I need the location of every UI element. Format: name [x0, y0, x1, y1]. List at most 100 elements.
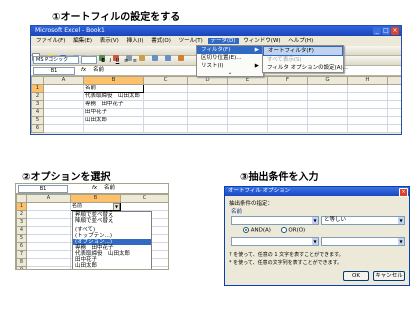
cell[interactable]: 専務 田中花子: [83, 100, 144, 109]
filter-submenu: オートフィルタ(F) すべて表示(S) フィルタ オプションの設定(A)...: [262, 45, 348, 73]
row-header[interactable]: 4: [16, 226, 27, 235]
redo-icon[interactable]: [164, 55, 171, 61]
dialog-title: オートフィル オプション: [228, 188, 291, 194]
row-header[interactable]: 5: [16, 234, 27, 243]
close-icon[interactable]: ×: [399, 188, 408, 197]
menu-item-advanced-filter[interactable]: フィルタ オプションの設定(A)...: [263, 64, 348, 72]
cell[interactable]: 代表取締役 山田太郎: [83, 92, 144, 101]
table-row: 1 名前 ▼: [16, 202, 168, 211]
row-header[interactable]: 2: [31, 92, 44, 101]
column-header[interactable]: A: [26, 194, 71, 203]
dialog-title-bar: オートフィル オプション ×: [225, 187, 409, 197]
row-header[interactable]: 8: [16, 258, 27, 267]
row-header[interactable]: 2: [16, 210, 27, 219]
sum-icon[interactable]: [178, 55, 185, 61]
menu-format[interactable]: 書式(O): [148, 38, 174, 44]
row-header[interactable]: 6: [31, 124, 44, 133]
paste-icon[interactable]: [138, 55, 145, 61]
fx-icon[interactable]: fx: [81, 66, 86, 75]
row-header[interactable]: 5: [31, 116, 44, 125]
step2-heading: ②オプションを選択: [22, 172, 111, 183]
data-menu: フィルタ(F) ▶ 区切り位置(E)... リスト(I) ▶ ⌄: [196, 45, 264, 77]
menu-tools[interactable]: ツール(T): [176, 38, 206, 44]
cancel-button[interactable]: キャンセル: [373, 271, 405, 281]
menu-item-text-to-columns[interactable]: 区切り位置(E)...: [197, 54, 263, 62]
align-center-icon[interactable]: ≡: [133, 58, 137, 64]
or-radio[interactable]: [280, 227, 287, 233]
cell[interactable]: 田中花子: [83, 108, 144, 117]
criteria1-value-select[interactable]: ▼: [231, 216, 319, 225]
row-header[interactable]: 9: [16, 266, 27, 269]
maximize-icon[interactable]: □: [382, 27, 390, 35]
row-header[interactable]: 1: [31, 84, 44, 93]
bold-icon[interactable]: B: [101, 58, 105, 64]
column-header[interactable]: E: [227, 76, 268, 85]
menu-item-list[interactable]: リスト(I) ▶: [197, 62, 263, 70]
name-box[interactable]: B1: [33, 67, 75, 75]
menu-file[interactable]: ファイル(F): [33, 38, 68, 44]
chevron-down-icon: ▼: [312, 238, 318, 245]
close-icon[interactable]: ×: [391, 27, 399, 35]
column-header[interactable]: C: [120, 194, 168, 203]
minimize-icon[interactable]: _: [373, 27, 381, 35]
name-box[interactable]: B1: [18, 185, 68, 193]
submenu-arrow-icon: ▶: [254, 47, 259, 53]
row-header[interactable]: 6: [16, 242, 27, 251]
table-row: 2 代表取締役 山田太郎: [31, 92, 401, 101]
criteria1-operator-select[interactable]: と等しい ▼: [321, 216, 405, 225]
menu-view[interactable]: 表示(V): [97, 38, 122, 44]
fx-icon[interactable]: fx: [92, 184, 97, 193]
underline-icon[interactable]: U: [116, 58, 120, 64]
autofilter-arrow-icon[interactable]: ▼: [113, 203, 120, 210]
menu-item-autofilter[interactable]: オートフィルタ(F): [263, 46, 343, 56]
cell-b1[interactable]: 名前 ▼: [70, 202, 121, 211]
submenu-arrow-icon: ▶: [254, 63, 259, 69]
excel-window: Microsoft Excel - Book1 _ □ × ファイル(F) 編集…: [30, 25, 402, 135]
font-size-select[interactable]: [80, 56, 97, 64]
row-header[interactable]: 1: [16, 202, 27, 211]
expand-menu-icon[interactable]: ⌄: [197, 70, 263, 76]
column-header[interactable]: G: [307, 76, 348, 85]
formula-value[interactable]: 名前: [104, 184, 115, 193]
autofilter-dropdown: 昇順で並べ替え 降順で並べ替え (すべて) (トップテン...) (オプション.…: [72, 211, 152, 269]
worksheet-grid: A B C D E F G H I 1 名前 2 代表取締役 山田太郎 3 専務 田中…: [31, 76, 401, 133]
menu-window[interactable]: ウィンドウ(W): [240, 38, 283, 44]
font-select[interactable]: MS Pゴシック: [33, 56, 79, 64]
formula-value[interactable]: 名前: [93, 66, 104, 75]
cell-b1[interactable]: 名前: [83, 84, 144, 93]
menu-insert[interactable]: 挿入(I): [124, 38, 147, 44]
menu-help[interactable]: ヘルプ(H): [285, 38, 316, 44]
cell[interactable]: 山田太郎: [83, 116, 144, 125]
criteria2-value-select[interactable]: ▼: [231, 237, 319, 246]
and-label: AND(A): [250, 227, 271, 234]
value-option[interactable]: 山田太郎: [73, 263, 151, 269]
table-row: 4 田中花子: [31, 108, 401, 117]
column-header[interactable]: C: [143, 76, 188, 85]
menu-edit[interactable]: 編集(E): [70, 38, 95, 44]
align-left-icon[interactable]: ≡: [124, 58, 128, 64]
corner-cell[interactable]: [31, 76, 44, 85]
menu-data[interactable]: データ(D): [207, 38, 239, 44]
row-header[interactable]: 4: [31, 108, 44, 117]
column-header[interactable]: B: [83, 76, 144, 85]
window-title: Microsoft Excel - Book1: [35, 27, 105, 34]
italic-icon[interactable]: I: [110, 58, 111, 64]
ok-button[interactable]: OK: [343, 271, 369, 281]
column-header[interactable]: I: [387, 76, 401, 85]
row-header[interactable]: 3: [16, 218, 27, 227]
chevron-down-icon: ▼: [398, 217, 404, 224]
column-header[interactable]: B: [70, 194, 121, 203]
criteria2-operator-select[interactable]: ▼: [321, 237, 405, 246]
and-radio[interactable]: [243, 227, 249, 233]
column-header[interactable]: D: [187, 76, 228, 85]
step3-heading: ③抽出条件を入力: [240, 172, 319, 183]
menu-item-filter[interactable]: フィルタ(F) ▶: [197, 46, 263, 54]
row-header[interactable]: 3: [31, 100, 44, 109]
corner-cell[interactable]: [16, 194, 27, 203]
row-header[interactable]: 7: [16, 250, 27, 259]
column-header[interactable]: H: [347, 76, 388, 85]
column-header[interactable]: A: [43, 76, 84, 85]
undo-icon[interactable]: [151, 55, 158, 61]
menu-item-show-all[interactable]: すべて表示(S): [263, 56, 343, 64]
column-header[interactable]: F: [267, 76, 308, 85]
